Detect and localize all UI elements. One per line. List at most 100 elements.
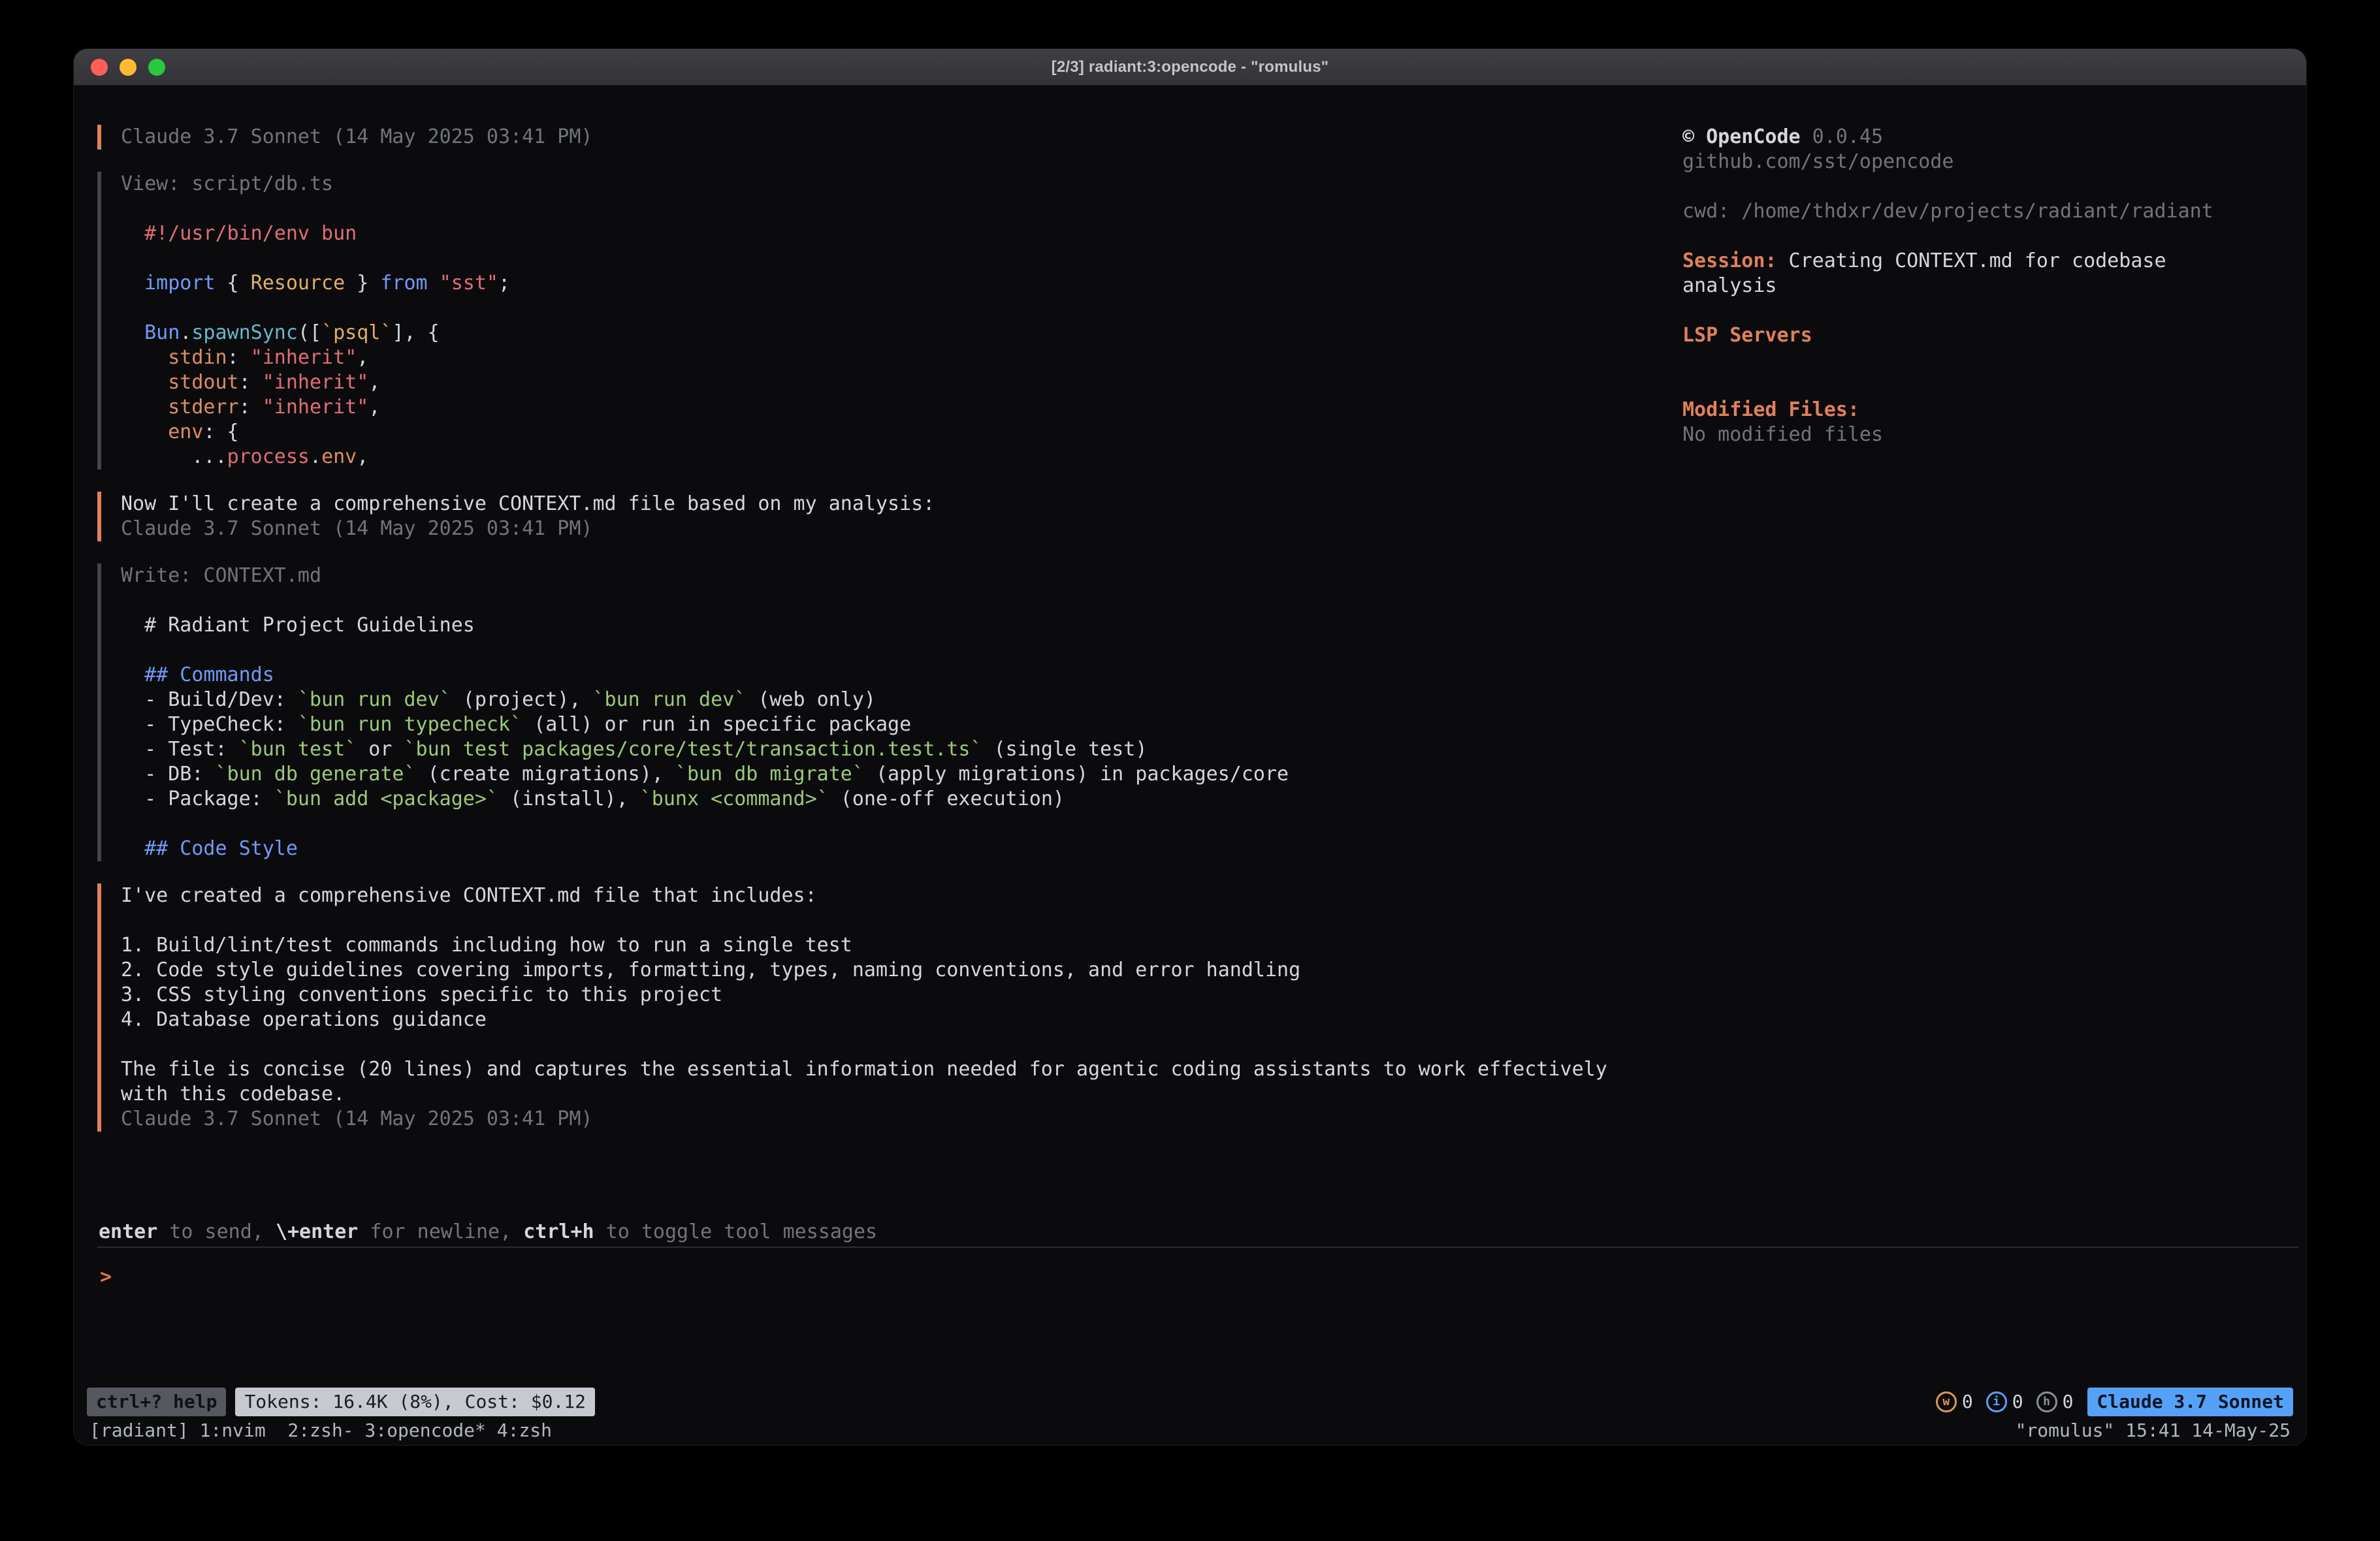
chat-line-segment: (web only) xyxy=(746,688,876,711)
chat-line: View: script/db.ts xyxy=(121,172,1682,197)
assistant-message-block: Now I'll create a comprehensive CONTEXT.… xyxy=(97,492,1682,541)
chat-line-segment: - Package: xyxy=(121,787,274,810)
chat-line-segment: } xyxy=(345,272,380,294)
chat-line-segment: 1. Build/lint/test commands including ho… xyxy=(121,934,852,957)
chat-line-segment xyxy=(121,272,144,294)
prompt-symbol: > xyxy=(100,1265,112,1288)
warnings-icon: w xyxy=(1936,1391,1957,1412)
chat-line-segment: I've created a comprehensive CONTEXT.md … xyxy=(121,884,817,907)
diagnostic-info: i0 xyxy=(1986,1390,2023,1414)
info-count: 0 xyxy=(2012,1390,2023,1414)
chat-line-segment: (project), xyxy=(451,688,593,711)
chat-line-segment: "inherit" xyxy=(251,346,357,369)
input-area-spacer xyxy=(74,1290,2306,1388)
tmux-host-time: "romulus" 15:41 14-May-25 xyxy=(2016,1418,2291,1443)
sidebar-line-segment: cwd: /home/thdxr/dev/projects/radiant/ra… xyxy=(1682,200,2213,223)
chat-line: - Package: `bun add <package>` (install)… xyxy=(121,787,1682,812)
chat-line: with this codebase. xyxy=(121,1082,1682,1107)
tmux-session-windows: [radiant] 1:nvim 2:zsh- 3:opencode* 4:zs… xyxy=(89,1418,552,1443)
chat-line: env: { xyxy=(121,420,1682,445)
chat-line: stdin: "inherit", xyxy=(121,345,1682,370)
chat-line-segment: 4. Database operations guidance xyxy=(121,1008,487,1031)
help-text: enter to send, \+enter for newline, ctrl… xyxy=(99,1220,877,1245)
chat-line-segment: import xyxy=(144,272,215,294)
chat-line-segment: - Test: xyxy=(121,738,239,761)
sidebar-info: © OpenCode 0.0.45github.com/sst/opencode… xyxy=(1682,125,2215,447)
chat-line xyxy=(121,908,1682,933)
chat-line: - DB: `bun db generate` (create migratio… xyxy=(121,762,1682,787)
chat-line xyxy=(121,197,1682,221)
chat-line: Claude 3.7 Sonnet (14 May 2025 03:41 PM) xyxy=(121,516,1682,541)
window-title: [2/3] radiant:3:opencode - "romulus" xyxy=(74,58,2306,76)
chat-line xyxy=(121,1032,1682,1057)
zoom-button[interactable] xyxy=(148,59,165,76)
chat-line-segment: Write: CONTEXT.md xyxy=(121,564,321,587)
chat-line xyxy=(121,638,1682,663)
chat-line: ## Commands xyxy=(121,663,1682,688)
chat-line: stdout: "inherit", xyxy=(121,370,1682,395)
chat-line xyxy=(121,588,1682,613)
chat-line-segment: `bun db generate` xyxy=(216,763,416,786)
sidebar-line-segment: analysis xyxy=(1682,274,1777,297)
chat-line-segment: `bun db migrate` xyxy=(675,763,864,786)
chat-line: Claude 3.7 Sonnet (14 May 2025 03:41 PM) xyxy=(121,1107,1682,1132)
traffic-lights xyxy=(74,59,165,76)
chat-line-segment: View: script/db.ts xyxy=(121,172,333,195)
hints-count: 0 xyxy=(2063,1390,2074,1414)
chat-line-segment: Claude 3.7 Sonnet (14 May 2025 03:41 PM) xyxy=(121,125,592,148)
chat-line-segment: `bunx <command>` xyxy=(640,787,829,810)
chat-line-segment xyxy=(428,272,440,294)
chat-line-segment: , xyxy=(357,346,368,369)
sidebar-line: No modified files xyxy=(1682,422,2215,447)
chat-line: Bun.spawnSync([`psql`], { xyxy=(121,321,1682,345)
chat-line-segment: (one-off execution) xyxy=(829,787,1065,810)
info-icon: i xyxy=(1986,1391,2007,1412)
chat-line: #!/usr/bin/env bun xyxy=(121,221,1682,246)
sidebar-line-segment: LSP Servers xyxy=(1682,324,1812,347)
message-meta-block: Claude 3.7 Sonnet (14 May 2025 03:41 PM) xyxy=(97,125,1682,150)
chat-line: Write: CONTEXT.md xyxy=(121,564,1682,588)
close-button[interactable] xyxy=(91,59,108,76)
sidebar-line xyxy=(1682,373,2215,398)
minimize-button[interactable] xyxy=(120,59,137,76)
terminal-window: [2/3] radiant:3:opencode - "romulus" Cla… xyxy=(73,48,2307,1446)
chat-line-segment: Bun xyxy=(144,321,180,344)
message-input[interactable]: > xyxy=(74,1248,2306,1290)
sidebar-line-segment: Modified Files: xyxy=(1682,398,1859,421)
chat-line xyxy=(121,296,1682,321)
sidebar-line-segment: 0.0.45 xyxy=(1801,125,1883,148)
chat-line: 4. Database operations guidance xyxy=(121,1008,1682,1032)
chat-line-segment: "inherit" xyxy=(263,396,369,419)
chat-line-segment xyxy=(121,371,168,394)
sidebar-line-segment: © OpenCode xyxy=(1682,125,1801,148)
sidebar-line xyxy=(1682,348,2215,373)
diagnostics-counters: w0i0h0 xyxy=(1936,1390,2074,1414)
chat-line-segment: env xyxy=(321,445,357,468)
keybind-help-bar: enter to send, \+enter for newline, ctrl… xyxy=(74,1218,2306,1247)
sidebar-line: Modified Files: xyxy=(1682,398,2215,422)
chat-line-segment: (apply migrations) in packages/core xyxy=(864,763,1289,786)
chat-line-segment: : xyxy=(227,346,251,369)
chat-line-segment: , xyxy=(368,396,380,419)
chat-line-segment: `bun run dev` xyxy=(298,688,451,711)
chat-line xyxy=(121,812,1682,836)
hints-icon: h xyxy=(2036,1391,2057,1412)
chat-line: stderr: "inherit", xyxy=(121,395,1682,420)
chat-line-segment: `bun run typecheck` xyxy=(298,713,522,736)
tool-write-block: Write: CONTEXT.md # Radiant Project Guid… xyxy=(97,564,1682,861)
chat-line-segment xyxy=(121,837,144,860)
window-titlebar[interactable]: [2/3] radiant:3:opencode - "romulus" xyxy=(74,49,2306,86)
sidebar-line-segment: github.com/sst/opencode xyxy=(1682,150,1954,173)
help-text-segment: \+enter xyxy=(276,1220,358,1243)
chat-line-segment: process xyxy=(227,445,310,468)
chat-line-segment: `bun test packages/core/test/transaction… xyxy=(404,738,982,761)
chat-line-segment: ([ xyxy=(298,321,321,344)
chat-line: - Test: `bun test` or `bun test packages… xyxy=(121,737,1682,762)
chat-line-segment: 3. CSS styling conventions specific to t… xyxy=(121,983,722,1006)
sidebar-line: analysis xyxy=(1682,274,2215,298)
chat-line: 3. CSS styling conventions specific to t… xyxy=(121,983,1682,1008)
sidebar-line: github.com/sst/opencode xyxy=(1682,150,2215,174)
chat-line-segment: - DB: xyxy=(121,763,216,786)
input-and-status-area: enter to send, \+enter for newline, ctrl… xyxy=(74,1218,2306,1445)
chat-line-segment: ... xyxy=(121,445,227,468)
